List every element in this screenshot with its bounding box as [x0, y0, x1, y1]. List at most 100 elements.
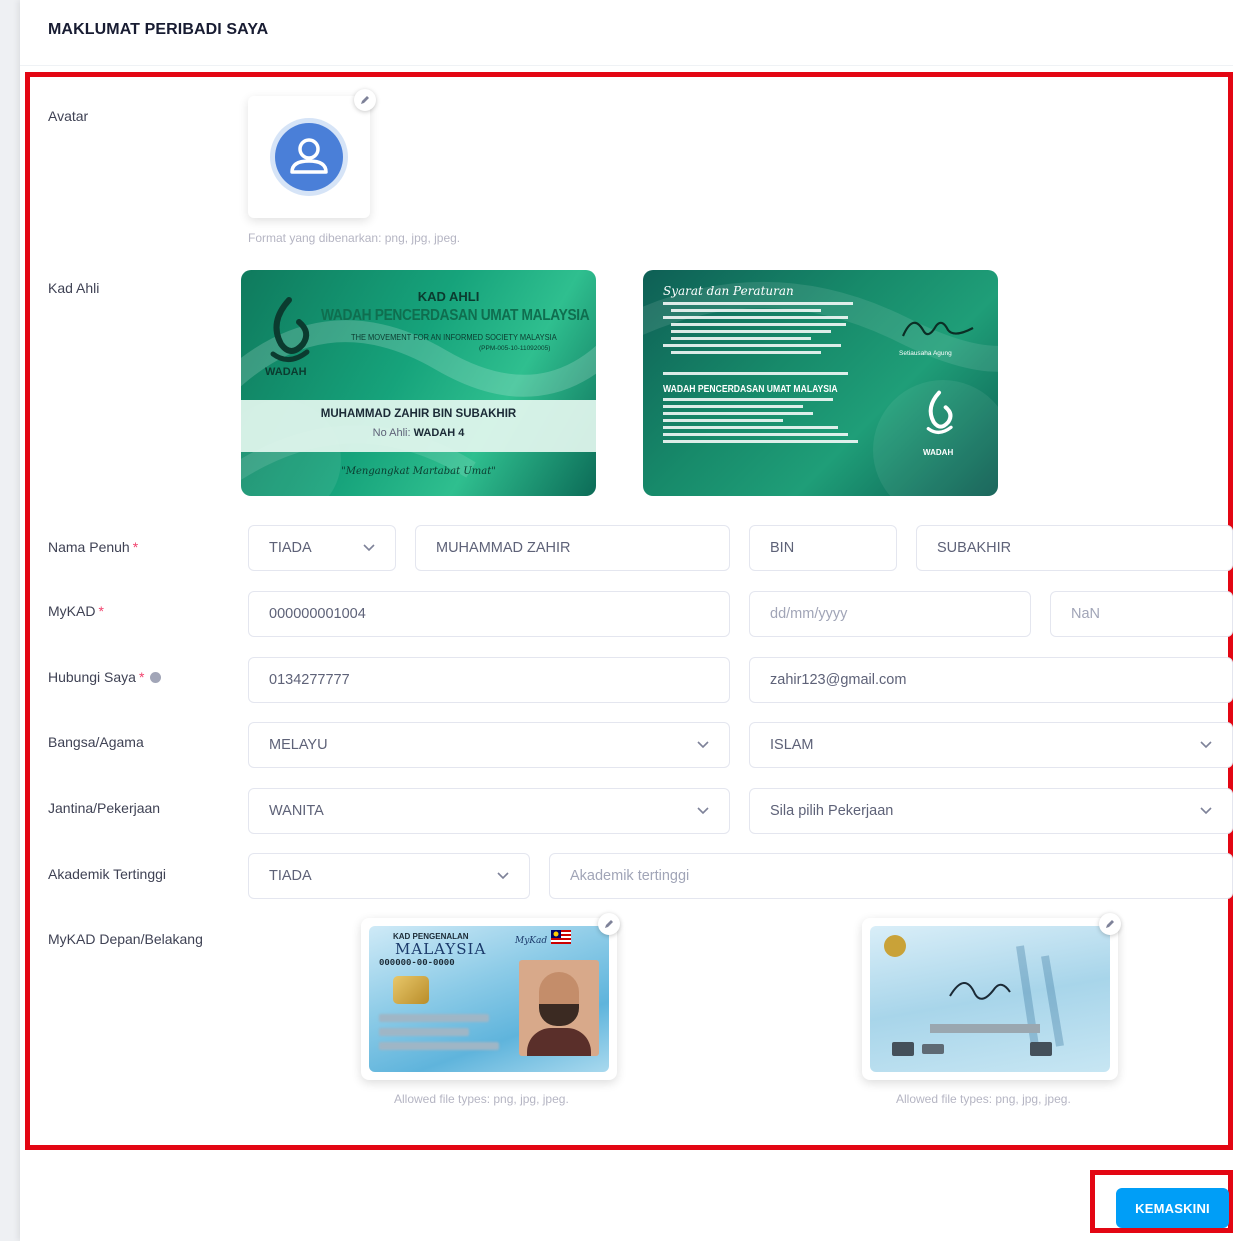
- occupation-placeholder: Sila pilih Pekerjaan: [770, 803, 894, 819]
- full-name-label-text: Nama Penuh: [48, 539, 130, 555]
- mykad-back-upload[interactable]: [862, 918, 1118, 1080]
- mykad-back-hint: Allowed file types: png, jpg, jpeg.: [896, 1092, 1071, 1106]
- first-name-input[interactable]: MUHAMMAD ZAHIR: [415, 525, 730, 571]
- contact-label: Hubungi Saya *: [48, 669, 162, 685]
- bin-input[interactable]: BIN: [749, 525, 897, 571]
- gender-select[interactable]: WANITA: [248, 788, 730, 834]
- card-header: MAKLUMAT PERIBADI SAYA: [20, 0, 1233, 66]
- name-title-value: TIADA: [269, 540, 312, 556]
- page-title: MAKLUMAT PERIBADI SAYA: [48, 21, 269, 38]
- religion-value: ISLAM: [770, 737, 814, 753]
- card-org-subtitle: THE MOVEMENT FOR AN INFORMED SOCIETY MAL…: [351, 332, 557, 342]
- mykad-front-hint: Allowed file types: png, jpg, jpeg.: [394, 1092, 569, 1106]
- last-name-value: SUBAKHIR: [937, 540, 1012, 556]
- wadah-logo-icon: [270, 297, 310, 362]
- member-card-back-image: Syarat dan Peraturan WADAH PENCERDASAN U…: [643, 270, 998, 496]
- race-select[interactable]: MELAYU: [248, 722, 730, 768]
- mykad-front-image: KAD PENGENALAN MALAYSIA MyKad 000000-00-…: [369, 926, 609, 1072]
- education-level-select[interactable]: TIADA: [248, 853, 530, 899]
- info-icon[interactable]: [150, 672, 162, 683]
- chevron-down-icon: [363, 544, 375, 552]
- age-value: NaN: [1071, 606, 1101, 622]
- signature-image: [901, 321, 974, 337]
- race-religion-label: Bangsa/Agama: [48, 734, 144, 750]
- name-title-select[interactable]: TIADA: [248, 525, 396, 571]
- avatar-label: Avatar: [48, 108, 89, 124]
- email-value: zahir123@gmail.com: [770, 672, 907, 688]
- pencil-icon: [1106, 920, 1114, 928]
- chevron-down-icon: [497, 872, 509, 880]
- card-member-no-value: WADAH 4: [413, 427, 465, 439]
- required-marker: *: [132, 539, 139, 555]
- card-tagline: "Mengangkat Martabat Umat": [341, 466, 496, 477]
- phone-input[interactable]: 0134277777: [248, 657, 730, 703]
- mykad-back-image: [870, 926, 1110, 1072]
- occupation-select[interactable]: Sila pilih Pekerjaan: [749, 788, 1233, 834]
- avatar-edit-button[interactable]: [354, 89, 376, 111]
- full-name-label: Nama Penuh *: [48, 539, 138, 555]
- chevron-down-icon: [697, 807, 709, 815]
- education-level-value: TIADA: [269, 868, 312, 884]
- card-heading: KAD AHLI: [417, 289, 480, 304]
- chip-icon: [393, 976, 429, 1004]
- ic-front-brand: MyKad: [515, 936, 548, 946]
- phone-value: 0134277777: [269, 672, 350, 688]
- required-marker: *: [138, 669, 145, 685]
- chevron-down-icon: [1200, 741, 1212, 749]
- mykad-label-text: MyKAD: [48, 603, 96, 619]
- education-detail-input[interactable]: Akademik tertinggi: [549, 853, 1233, 899]
- card-org-name: WADAH PENCERDASAN UMAT MALAYSIA: [321, 307, 590, 324]
- mykad-back-edit-button[interactable]: [1099, 913, 1121, 935]
- pencil-icon: [361, 96, 369, 104]
- education-label: Akademik Tertinggi: [48, 866, 167, 882]
- mykad-number-value: 000000001004: [269, 606, 366, 622]
- card-member-no-label: No Ahli:: [372, 427, 411, 439]
- contact-label-text: Hubungi Saya: [48, 669, 136, 685]
- email-input[interactable]: zahir123@gmail.com: [749, 657, 1233, 703]
- update-button[interactable]: KEMASKINI: [1116, 1188, 1229, 1228]
- mykad-front-upload[interactable]: KAD PENGENALAN MALAYSIA MyKad 000000-00-…: [361, 918, 617, 1080]
- blurred-text-line: [379, 1014, 489, 1022]
- mykad-images-label: MyKAD Depan/Belakang: [48, 931, 203, 947]
- member-card-label: Kad Ahli: [48, 280, 100, 296]
- gender-job-label: Jantina/Pekerjaan: [48, 800, 161, 816]
- last-name-input[interactable]: SUBAKHIR: [916, 525, 1233, 571]
- chevron-down-icon: [1200, 807, 1212, 815]
- ic-back-artwork: [884, 935, 1064, 1056]
- front-logo-text: WADAH: [265, 366, 307, 378]
- blurred-text-line: [379, 1042, 499, 1050]
- age-input[interactable]: NaN: [1050, 591, 1233, 637]
- required-marker: *: [98, 603, 104, 619]
- bin-value: BIN: [770, 540, 795, 556]
- card-member-no: No Ahli: WADAH 4: [241, 427, 596, 439]
- back-signer-title: Setiausaha Agung: [899, 350, 952, 357]
- terms-text-lines: [663, 302, 858, 443]
- card-member-name: MUHAMMAD ZAHIR BIN SUBAKHIR: [320, 408, 517, 420]
- back-logo-text: WADAH: [923, 448, 954, 457]
- mykad-front-edit-button[interactable]: [598, 913, 620, 935]
- malaysia-flag-icon: [551, 930, 571, 944]
- first-name-value: MUHAMMAD ZAHIR: [436, 540, 571, 556]
- pencil-icon: [605, 920, 613, 928]
- religion-select[interactable]: ISLAM: [749, 722, 1233, 768]
- id-photo: [519, 960, 599, 1056]
- back-card-heading: Syarat dan Peraturan: [663, 284, 794, 298]
- date-of-birth-placeholder: dd/mm/yyyy: [770, 606, 848, 622]
- mykad-label: MyKAD *: [48, 603, 104, 619]
- member-card-front-image: WADAH KAD AHLI WADAH PENCERDASAN UMAT MA…: [241, 270, 596, 496]
- chevron-down-icon: [697, 741, 709, 749]
- back-wadah-logo-icon: [926, 390, 953, 434]
- date-of-birth-input[interactable]: dd/mm/yyyy: [749, 591, 1031, 637]
- ic-front-country: MALAYSIA: [395, 940, 487, 958]
- gender-value: WANITA: [269, 803, 324, 819]
- mykad-number-input[interactable]: 000000001004: [248, 591, 730, 637]
- back-org-name: WADAH PENCERDASAN UMAT MALAYSIA: [663, 383, 838, 395]
- user-avatar-icon: [270, 118, 348, 196]
- card-reg-no: (PPM-005-10-11092005): [479, 345, 551, 352]
- avatar-format-hint: Format yang dibenarkan: png, jpg, jpeg.: [248, 231, 461, 245]
- blurred-text-line: [379, 1028, 469, 1036]
- race-value: MELAYU: [269, 737, 328, 753]
- education-detail-placeholder: Akademik tertinggi: [570, 868, 690, 884]
- avatar-upload[interactable]: [248, 96, 370, 218]
- ic-front-number: 000000-00-0000: [379, 958, 455, 968]
